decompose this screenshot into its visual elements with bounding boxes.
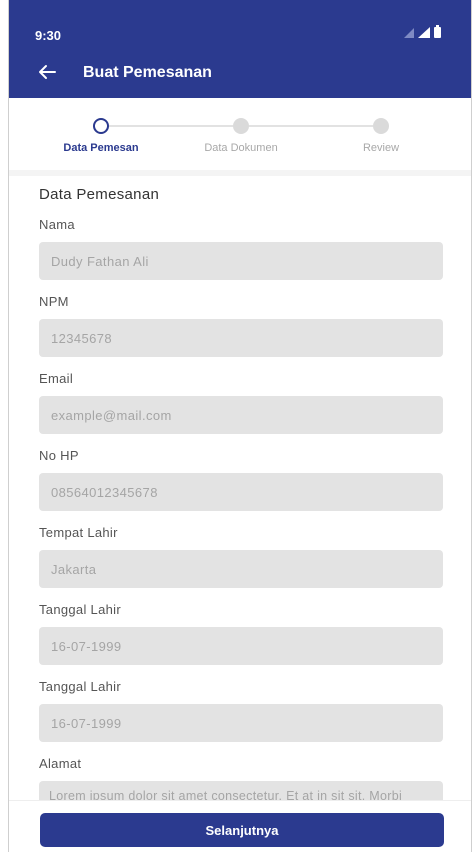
step-2-label: Data Dokumen <box>204 142 278 154</box>
app-bar: 9:30 Buat Pemesanan <box>9 0 471 98</box>
step-1-label: Data Pemesan <box>63 142 139 154</box>
status-time: 9:30 <box>35 28 62 43</box>
address-label: Alamat <box>39 756 82 771</box>
next-button[interactable]: Selanjutnya <box>40 813 444 847</box>
birthplace-label: Tempat Lahir <box>39 525 118 540</box>
status-icons <box>404 25 441 38</box>
section-title: Data Pemesanan <box>39 186 160 203</box>
phone-screen: 9:30 Buat Pemesanan Data Pemesan Data Do… <box>8 0 472 852</box>
phone-label: No HP <box>39 448 79 463</box>
wifi-icon <box>404 27 414 38</box>
birthdate-field[interactable]: 16-07-1999 <box>39 627 443 665</box>
battery-icon <box>434 25 441 38</box>
step-connector <box>109 125 233 127</box>
npm-field[interactable]: 12345678 <box>39 319 443 357</box>
progress-stepper: Data Pemesan Data Dokumen Review <box>9 98 471 176</box>
step-2-indicator <box>233 118 249 134</box>
booking-form: Data Pemesanan Nama Dudy Fathan Ali NPM … <box>9 180 471 852</box>
step-3-label: Review <box>362 142 400 154</box>
signal-icon <box>418 27 430 38</box>
phone-field[interactable]: 08564012345678 <box>39 473 443 511</box>
npm-label: NPM <box>39 294 69 309</box>
page-title: Buat Pemesanan <box>83 64 212 81</box>
email-field[interactable]: example@mail.com <box>39 396 443 434</box>
email-label: Email <box>39 371 74 386</box>
back-arrow-icon[interactable] <box>37 62 57 82</box>
step-connector <box>249 125 373 127</box>
birthdate-label-2: Tanggal Lahir <box>39 679 121 694</box>
birthdate-label: Tanggal Lahir <box>39 602 121 617</box>
birthplace-field[interactable]: Jakarta <box>39 550 443 588</box>
birthdate-field-2[interactable]: 16-07-1999 <box>39 704 443 742</box>
name-field[interactable]: Dudy Fathan Ali <box>39 242 443 280</box>
step-1-indicator <box>93 118 109 134</box>
step-3-indicator <box>373 118 389 134</box>
bottom-bar: Selanjutnya <box>9 800 471 852</box>
name-label: Nama <box>39 217 75 232</box>
